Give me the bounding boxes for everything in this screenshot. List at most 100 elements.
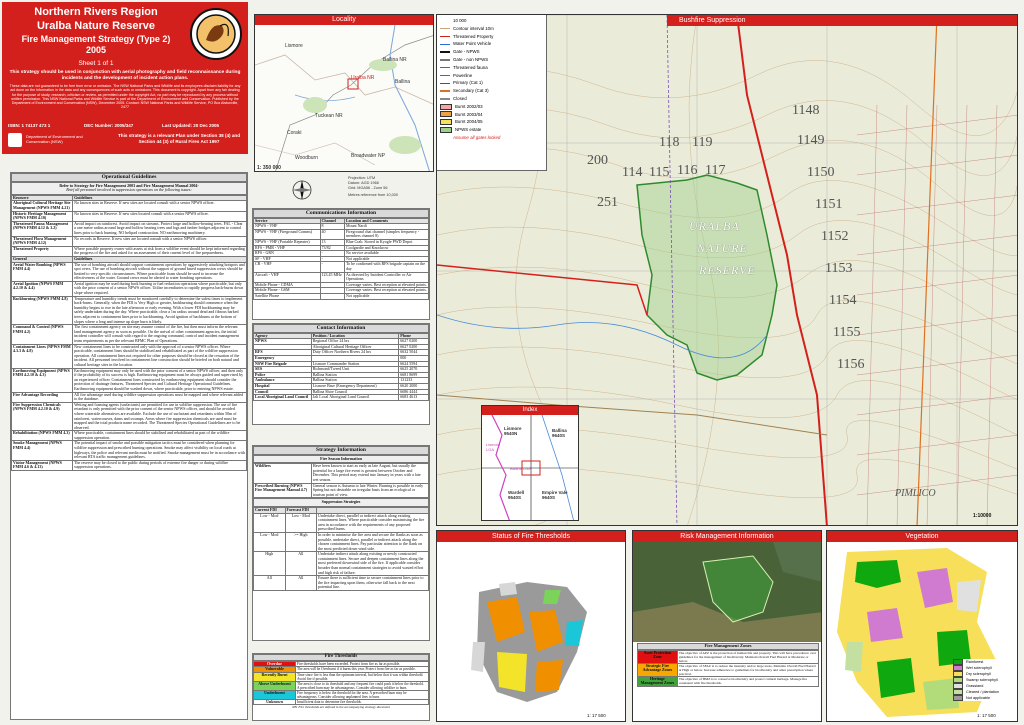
operational-guidelines: Operational Guidelines Refer to Strategy… bbox=[10, 172, 248, 720]
grid-number-1154: 1154 bbox=[829, 293, 857, 308]
legend-swatch bbox=[440, 82, 450, 85]
risk-zone-row: Strategic Fire Advantage Zones The object… bbox=[637, 662, 820, 677]
contact-cell: Local Aboriginal Land Council bbox=[253, 394, 312, 401]
suppression-cell: All bbox=[284, 575, 317, 592]
og-general-guideline: All fire advantage used during wildfire … bbox=[72, 391, 247, 403]
title-strategy: Fire Management Strategy (Type 2) bbox=[21, 34, 171, 44]
grid-number-118: 118 bbox=[659, 135, 680, 150]
threshold-text: Time since fire is less than the optimum… bbox=[295, 671, 429, 682]
place-uralba-nr: Uralba NR bbox=[351, 75, 375, 81]
legend-label: Gate - NPWS bbox=[453, 49, 480, 55]
grid-number-1153: 1153 bbox=[825, 261, 853, 276]
comms-cell: To be confirmed with RFS brigade captain… bbox=[344, 261, 429, 273]
og-subtitle: Refer to Strategy for Fire Management 20… bbox=[11, 181, 247, 195]
risk-zone-label: Asset Protection Zone bbox=[637, 649, 678, 664]
threshold-row: Above Underburnt The area is close to its… bbox=[253, 680, 429, 691]
comms-cell: As directed by Incident Controller or Ai… bbox=[344, 271, 429, 283]
og-subtitle-line2: Brief all personnel involved in suppress… bbox=[66, 187, 192, 193]
threshold-row: Unknown Insufficient data to determine fi… bbox=[253, 698, 429, 706]
og-title: Operational Guidelines bbox=[11, 173, 247, 182]
grid-number-200: 200 bbox=[587, 153, 608, 168]
og-general-row: Visitor Management (NPWS FMM 4.6 & 4.13)… bbox=[10, 459, 247, 472]
comms-cell bbox=[319, 292, 345, 300]
wildfires-label: Wildfires bbox=[253, 463, 312, 484]
legend-item: Threatened Property bbox=[440, 33, 543, 41]
og-general-guideline: The use of bombing aircraft should suppo… bbox=[72, 261, 247, 282]
grid-number-117: 117 bbox=[705, 163, 726, 178]
og-general-row: Rehabilitation (NPWS FMM 4.3) Where pract… bbox=[10, 430, 247, 442]
north-arrow bbox=[290, 178, 314, 202]
projection-line-3: Grid: MGA56 - Zone 56 bbox=[348, 185, 388, 190]
reserve-label: RESERVE bbox=[699, 263, 756, 277]
grid-number-1151: 1151 bbox=[815, 197, 843, 212]
legend-swatch bbox=[440, 137, 450, 139]
threshold-row: Underburnt Fire frequency is below the th… bbox=[253, 689, 429, 700]
thresholds-title: Fire Thresholds bbox=[253, 654, 429, 661]
suppression-cell: All bbox=[253, 575, 286, 592]
suppression-cell: Undertake indirect attack along existing… bbox=[316, 551, 429, 577]
comms-cell: 123.45 MHz bbox=[319, 271, 345, 283]
og-general-guideline: Earthmoving equipment may only be used w… bbox=[72, 367, 247, 393]
status-title: Status of Fire Thresholds bbox=[437, 531, 625, 542]
lyrebird-emblem-icon bbox=[196, 14, 236, 54]
locality-scale: 1: 350 000 bbox=[257, 165, 281, 171]
strategy-title: Strategy Information bbox=[253, 446, 429, 455]
og-general-row: Command & Control (NPWS FMM 4.2) The firs… bbox=[10, 324, 247, 345]
locality-panel: Locality Lismore Ballina NR Uralba NR Ba… bbox=[254, 14, 434, 172]
status-map-graphic bbox=[437, 542, 625, 721]
index-map: Index Lismore 9540N Ballina 9640S Wardel… bbox=[481, 405, 579, 521]
contact-row: Local Aboriginal Land Council Jali Local … bbox=[253, 394, 429, 401]
title-year: 2005 bbox=[85, 45, 107, 55]
risk-zones-title: Fire Management Zones bbox=[637, 643, 819, 650]
grid-number-114: 114 bbox=[622, 165, 643, 180]
veg-legend-item: Not applicable bbox=[953, 695, 1017, 701]
og-general-resource: Command & Control (NPWS FMM 4.2) bbox=[10, 324, 74, 345]
og-guideline: No known sites in Reserve. If new sites … bbox=[72, 210, 247, 222]
contact-table: Contact Information Agency Position / Lo… bbox=[252, 323, 430, 425]
index-ballina: Ballina 9640S bbox=[552, 428, 567, 438]
suppression-cell: All bbox=[284, 551, 317, 577]
risk-zone-text: The objective of APZ is the protection o… bbox=[676, 649, 820, 664]
og-general-resource: Earthmoving Equipment (NPWS FMM 4.2.10 &… bbox=[10, 367, 74, 393]
og-general-guideline: Where practicable, containment lines sho… bbox=[72, 430, 247, 442]
suppression-cell: In order to minimise the fire area and s… bbox=[316, 531, 429, 553]
og-general-row: Aerial Water Bombing (NPWS FMM 4.4) The u… bbox=[10, 261, 247, 282]
uralba-label: URALBA bbox=[689, 219, 740, 233]
index-title: Index bbox=[482, 406, 578, 415]
grid-number-1152: 1152 bbox=[821, 229, 849, 244]
og-guideline: No records in Reserve. If new sites are … bbox=[72, 235, 247, 247]
legend-label: Assume all gates locked bbox=[453, 134, 501, 140]
legend-swatch bbox=[440, 43, 450, 46]
veg-legend-swatch bbox=[953, 695, 963, 701]
og-table: Resource Guidelines Aboriginal Cultural … bbox=[10, 194, 247, 472]
legend-item: Burnt 2002/03 bbox=[440, 103, 543, 111]
legend-swatch bbox=[440, 90, 450, 92]
legend-label: Burnt 2002/03 bbox=[455, 103, 483, 109]
vegetation-scale: 1: 17 500 bbox=[977, 713, 996, 718]
og-general-resource: Containment Lines (NPWS FMM 4.3.3 & 4.8) bbox=[10, 343, 74, 369]
index-lismore: Lismore 9540N bbox=[504, 426, 522, 436]
suppression-row: Low - Mod >= High In order to minimise the… bbox=[253, 531, 429, 553]
locality-map bbox=[255, 25, 433, 171]
strategy-table: Strategy Information Fire Season Informa… bbox=[252, 445, 430, 641]
og-guideline: Avoid impact on rainforest. Avoid impact… bbox=[72, 220, 247, 237]
grid-number-1156: 1156 bbox=[837, 357, 865, 372]
grid-number-251: 251 bbox=[597, 195, 618, 210]
risk-zone-text: The objective of SFAZ is to reduce the i… bbox=[676, 662, 820, 677]
og-general-resource: Rehabilitation (NPWS FMM 4.3) bbox=[10, 430, 74, 442]
legend-item: Burnt 2003/04 bbox=[440, 111, 543, 119]
contact-cell: Jali Local Aboriginal Land Council bbox=[310, 394, 400, 401]
legend-item: Water Point Vehicle bbox=[440, 40, 543, 48]
grid-number-1155: 1155 bbox=[833, 325, 861, 340]
og-guideline: Where possible property owner with asset… bbox=[72, 245, 247, 257]
og-general-resource: Aerial Ignition (NPWS FMM 4.2.10 & 4.4) bbox=[10, 280, 74, 297]
og-general-guideline: The reserve may be closed to the public … bbox=[72, 459, 247, 472]
comms-cell: - bbox=[319, 261, 345, 273]
veg-legend-label: Not applicable bbox=[966, 696, 991, 700]
grid-number-1150: 1150 bbox=[807, 165, 835, 180]
comms-row: Satellite Phone Not applicable bbox=[253, 292, 429, 300]
comms-row: CB - VHF - To be confirmed with RFS brigad… bbox=[253, 261, 429, 273]
legend-label: Water Point Vehicle bbox=[453, 41, 492, 47]
fire-season-title: Fire Season Information bbox=[253, 454, 429, 464]
prescribed-text: General season is Autumn to late Winter.… bbox=[310, 482, 430, 499]
